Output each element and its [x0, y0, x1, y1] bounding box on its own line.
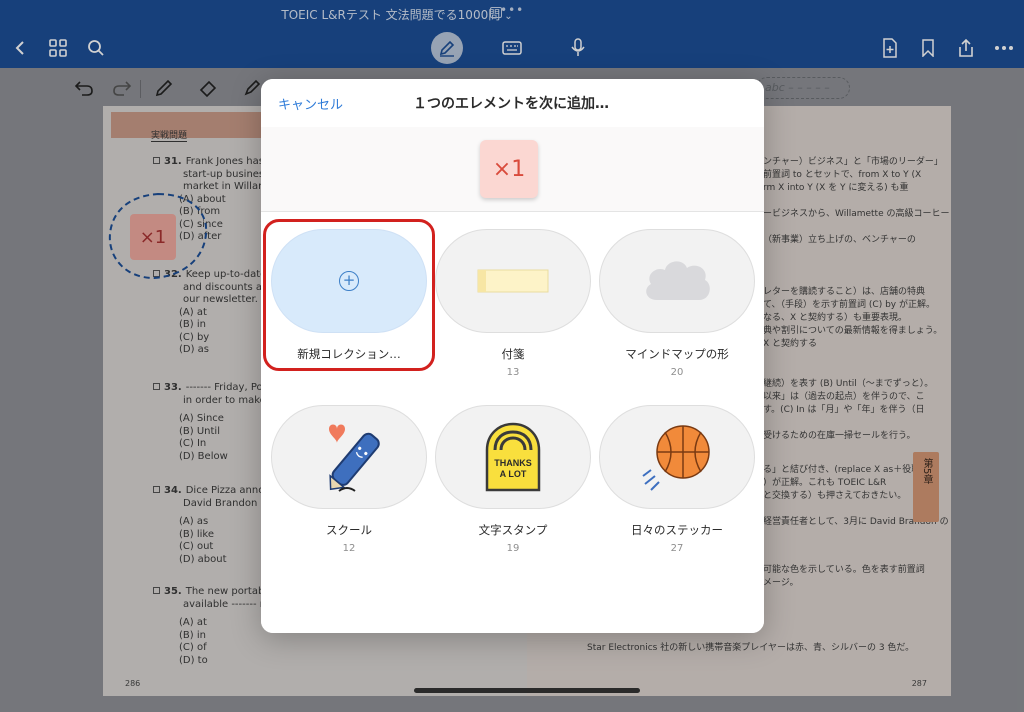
preview-element-chip: ×1	[480, 140, 538, 198]
collection-card-daily-stickers[interactable]: 日々のステッカー 27	[599, 405, 755, 554]
collection-label: マインドマップの形	[625, 347, 729, 361]
collection-count: 12	[342, 543, 356, 554]
collection-card-school[interactable]: スクール 12	[271, 405, 427, 554]
home-indicator[interactable]	[414, 688, 640, 693]
plus-circle-icon: +	[339, 271, 359, 291]
collection-count: 20	[670, 367, 684, 378]
thanks-a-lot-stamp-icon: THANKS A LOT	[485, 422, 541, 492]
svg-text:A LOT: A LOT	[500, 469, 527, 479]
collection-card-new[interactable]: + 新規コレクション…	[271, 229, 427, 362]
collection-label: 文字スタンプ	[478, 523, 548, 537]
collection-card-mindmap-shapes[interactable]: マインドマップの形 20	[599, 229, 755, 378]
add-element-modal: キャンセル １つのエレメントを次に追加… ×1 + 新規コレクション… 付箋 1…	[261, 79, 764, 633]
collection-count: 13	[506, 367, 520, 378]
element-preview: ×1	[261, 127, 764, 212]
collection-card-text-stamps[interactable]: THANKS A LOT 文字スタンプ 19	[435, 405, 591, 554]
collection-count: 27	[670, 543, 684, 554]
collection-label: 新規コレクション…	[297, 347, 401, 361]
collection-count: 19	[506, 543, 520, 554]
pen-heart-sticker-icon	[329, 424, 380, 492]
modal-header: キャンセル １つのエレメントを次に追加…	[261, 79, 764, 127]
collection-label: 付箋	[501, 347, 525, 361]
collection-label: スクール	[326, 523, 372, 537]
svg-text:THANKS: THANKS	[494, 458, 532, 468]
cancel-button[interactable]: キャンセル	[278, 94, 343, 113]
collection-card-sticky-notes[interactable]: 付箋 13	[435, 229, 591, 378]
modal-title: １つのエレメントを次に追加…	[413, 96, 609, 112]
sticky-note-icon	[477, 269, 549, 293]
collection-label: 日々のステッカー	[631, 523, 723, 537]
cloud-shape-icon	[646, 261, 710, 300]
collection-grid: + 新規コレクション… 付箋 13 マインドマップの形 20 スクール 12 T…	[261, 213, 764, 633]
basketball-sticker-icon	[642, 425, 710, 491]
